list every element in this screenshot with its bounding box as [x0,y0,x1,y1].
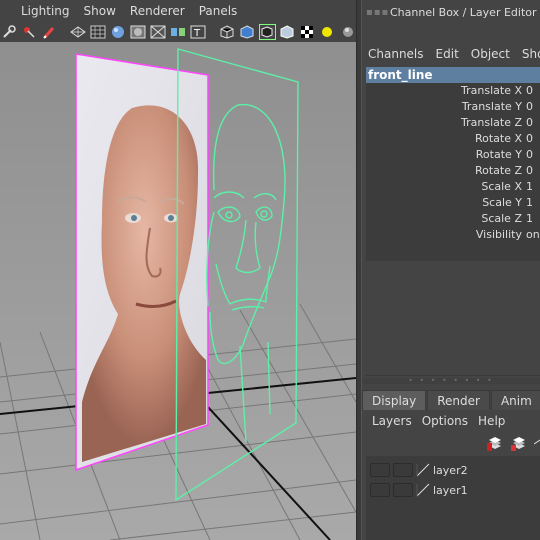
attribute-value[interactable]: 0 [526,131,540,147]
attribute-row[interactable]: Rotate Z 0 [366,163,540,179]
viewport-canvas[interactable] [0,42,356,540]
shadow-sphere-icon[interactable] [339,24,356,40]
panel-splitter[interactable]: • • • • • • • • [362,377,540,385]
layer-editor-menubar: Layers Options Help [362,412,540,430]
visibility-toggle[interactable] [370,463,390,477]
menu-layers[interactable]: Layers [362,414,417,428]
light-bulb-icon[interactable] [319,24,336,40]
drag-grip-icon[interactable]: ▪▪▪ [362,7,390,18]
image-plane[interactable] [75,53,209,472]
viewport-menubar: Lighting Show Renderer Panels [0,0,356,22]
selected-object-name[interactable]: front_line [366,67,540,83]
attribute-value[interactable]: 1 [526,211,540,227]
layer-row[interactable]: layer2 [366,460,540,480]
attribute-name: Scale Z [481,212,522,225]
panel-title: Channel Box / Layer Editor [390,5,537,19]
attribute-value[interactable]: 0 [526,83,540,99]
display-type-toggle[interactable] [393,463,413,477]
layer-editor-toolbar [362,432,540,454]
menu-help[interactable]: Help [473,414,510,428]
grid-icon[interactable] [89,24,106,40]
isolate-cube-icon[interactable] [258,24,276,40]
attribute-name: Rotate X [474,132,522,145]
attribute-row[interactable]: Translate Z 0 [366,115,540,131]
layer-name[interactable]: layer1 [433,484,468,497]
attribute-row[interactable]: Translate X 0 [366,83,540,99]
pin-icon[interactable] [20,24,37,40]
attribute-name: Translate Z [461,116,522,129]
attribute-row[interactable]: Translate Y 0 [366,99,540,115]
visibility-toggle[interactable] [370,483,390,497]
attribute-name: Translate X [461,84,522,97]
flat-shade-icon[interactable] [129,24,146,40]
layer-color-icon[interactable] [416,483,430,497]
tab-anim[interactable]: Anim [490,390,540,410]
channel-box-empty-area [366,261,540,376]
attribute-value[interactable]: 0 [526,163,540,179]
wrench-icon[interactable] [0,24,17,40]
layer-list: layer2 layer1 [366,456,540,540]
smooth-shade-icon[interactable] [109,24,126,40]
attribute-name: Visibility [475,228,522,241]
checker-icon[interactable] [299,24,316,40]
brush-icon[interactable] [40,24,57,40]
display-type-toggle[interactable] [393,483,413,497]
wire-on-shaded-icon[interactable] [149,24,166,40]
attribute-value[interactable]: 1 [526,195,540,211]
menu-show[interactable]: Show [516,47,540,61]
attribute-name: Rotate Z [474,164,522,177]
attribute-name: Scale X [481,180,522,193]
cube-icon[interactable] [218,24,235,40]
attribute-row[interactable]: Scale Y 1 [366,195,540,211]
xray-icon[interactable] [169,24,186,40]
texture-icon[interactable]: T [190,24,207,40]
svg-text:T: T [193,28,201,39]
attribute-row[interactable]: Visibility on [366,227,540,243]
attribute-name: Translate Y [461,100,522,113]
bbox-cube-icon[interactable] [279,24,296,40]
attribute-value[interactable]: 0 [526,99,540,115]
attribute-name: Rotate Y [475,148,522,161]
attribute-row[interactable]: Rotate X 0 [366,131,540,147]
layer-editor-tabs: Display Render Anim [362,390,540,410]
layer-row[interactable]: layer1 [366,480,540,500]
menu-edit[interactable]: Edit [430,47,465,61]
panel-title-bar: ▪▪▪ Channel Box / Layer Editor [362,0,540,24]
menu-options[interactable]: Options [417,414,473,428]
attribute-row[interactable]: Scale Z 1 [366,211,540,227]
layer-name[interactable]: layer2 [433,464,468,477]
attribute-value[interactable]: 0 [526,115,540,131]
menu-channels[interactable]: Channels [362,47,430,61]
attribute-value[interactable]: on [526,227,540,243]
channel-box: front_line Translate X 0 Translate Y 0 Tra… [366,67,540,261]
menu-renderer[interactable]: Renderer [123,0,192,22]
attribute-row[interactable]: Rotate Y 0 [366,147,540,163]
attribute-value[interactable]: 0 [526,147,540,163]
viewport-toolbar: T [0,22,356,42]
new-empty-layer-icon[interactable] [510,434,528,452]
channel-box-layer-editor: ▪▪▪ Channel Box / Layer Editor Channels … [362,0,540,540]
menu-show[interactable]: Show [77,0,123,22]
tab-display[interactable]: Display [362,390,427,410]
layer-color-icon[interactable] [416,463,430,477]
new-layer-from-selected-icon[interactable] [486,434,504,452]
viewport-panel[interactable]: Lighting Show Renderer Panels T [0,0,356,540]
layer-options-icon[interactable] [534,434,540,452]
menu-lighting[interactable]: Lighting [14,0,77,22]
attribute-value[interactable]: 1 [526,179,540,195]
menu-object[interactable]: Object [465,47,516,61]
channel-box-menubar: Channels Edit Object Show [362,44,540,64]
shaded-cube-icon[interactable] [238,24,255,40]
menu-panels[interactable]: Panels [192,0,245,22]
tab-render[interactable]: Render [427,390,490,410]
wireframe-icon[interactable] [69,24,86,40]
attribute-row[interactable]: Scale X 1 [366,179,540,195]
attribute-name: Scale Y [482,196,522,209]
